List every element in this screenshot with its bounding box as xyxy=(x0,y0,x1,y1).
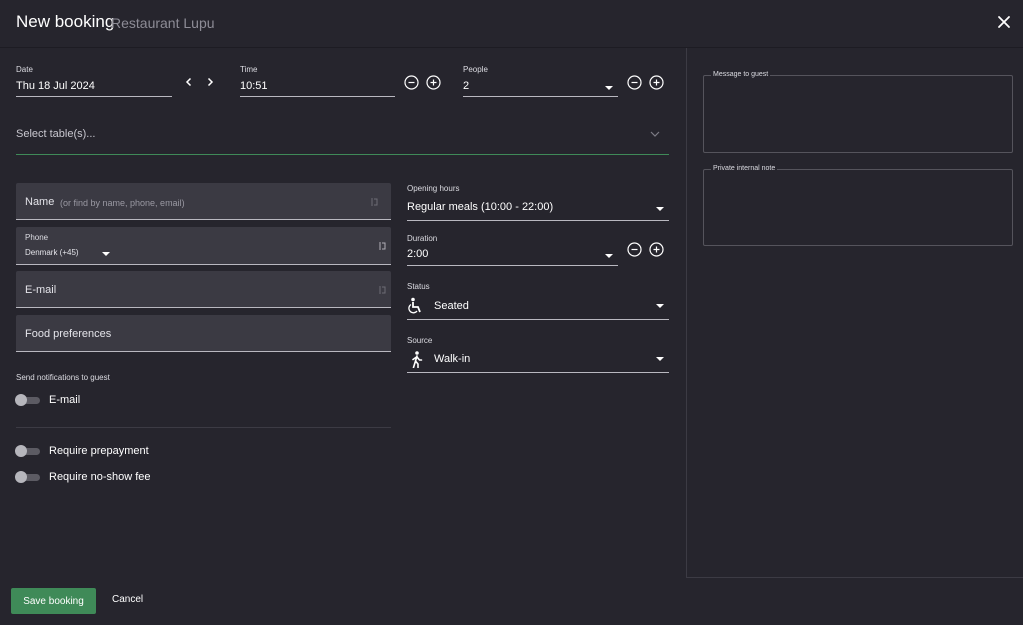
chevron-down-icon[interactable] xyxy=(656,207,664,211)
time-input[interactable]: 10:51 xyxy=(240,80,268,92)
cancel-button[interactable]: Cancel xyxy=(112,594,143,605)
plus-circle-icon[interactable] xyxy=(649,75,664,90)
save-booking-button[interactable]: Save booking xyxy=(11,588,96,614)
name-label: Name xyxy=(25,196,55,208)
plus-circle-icon[interactable] xyxy=(649,242,664,257)
opening-hours-select[interactable]: Regular meals (10:00 - 22:00) xyxy=(407,201,553,213)
chevron-left-icon[interactable] xyxy=(184,77,194,87)
phone-field[interactable] xyxy=(16,227,391,265)
email-label: E-mail xyxy=(25,284,57,296)
status-select[interactable]: Seated xyxy=(434,300,469,312)
source-label: Source xyxy=(407,336,433,345)
noshow-fee-label: Require no-show fee xyxy=(49,471,151,483)
table-select-underline xyxy=(16,154,669,155)
chevron-down-icon[interactable] xyxy=(605,254,613,258)
time-underline xyxy=(240,96,395,97)
people-select[interactable]: 2 xyxy=(463,80,469,92)
chevron-down-icon[interactable] xyxy=(605,86,613,90)
dialog-title: New booking xyxy=(16,12,115,31)
close-icon[interactable] xyxy=(996,14,1012,30)
date-label: Date xyxy=(16,65,33,74)
chevron-down-icon[interactable] xyxy=(656,304,664,308)
phone-label: Phone xyxy=(25,233,49,242)
contact-icon[interactable] xyxy=(379,241,387,251)
wheelchair-seated-icon xyxy=(408,297,424,314)
chevron-right-icon[interactable] xyxy=(205,77,215,87)
duration-label: Duration xyxy=(407,234,438,243)
phone-country-select[interactable]: Denmark (+45) xyxy=(25,248,79,257)
column-divider xyxy=(686,48,687,578)
private-note-label: Private internal note xyxy=(711,165,778,172)
contact-icon[interactable] xyxy=(379,285,387,295)
minus-circle-icon[interactable] xyxy=(627,75,642,90)
food-preferences-label: Food preferences xyxy=(25,328,112,340)
source-select[interactable]: Walk-in xyxy=(434,353,470,365)
name-hint: (or find by name, phone, email) xyxy=(60,198,185,208)
opening-hours-underline xyxy=(407,220,669,221)
date-value[interactable]: Thu 18 Jul 2024 xyxy=(16,80,95,92)
footer-divider xyxy=(686,577,1023,578)
message-to-guest-textarea[interactable] xyxy=(703,75,1013,153)
table-select[interactable]: Select table(s)... xyxy=(16,128,95,140)
minus-circle-icon[interactable] xyxy=(404,75,419,90)
chevron-down-icon[interactable] xyxy=(102,252,110,256)
status-label: Status xyxy=(407,282,430,291)
noshow-fee-toggle[interactable] xyxy=(15,471,41,483)
chevron-down-icon[interactable] xyxy=(656,357,664,361)
private-note-textarea[interactable] xyxy=(703,169,1013,246)
email-field[interactable] xyxy=(16,271,391,308)
prepayment-label: Require prepayment xyxy=(49,445,149,457)
duration-select[interactable]: 2:00 xyxy=(407,248,428,260)
restaurant-name: Restaurant Lupu xyxy=(111,15,215,31)
plus-circle-icon[interactable] xyxy=(426,75,441,90)
section-divider xyxy=(16,427,391,428)
people-underline xyxy=(463,96,618,97)
duration-underline xyxy=(407,265,618,266)
walking-person-icon xyxy=(410,351,423,368)
message-to-guest-label: Message to guest xyxy=(711,71,771,78)
email-notification-toggle[interactable] xyxy=(15,394,41,406)
date-underline xyxy=(16,96,172,97)
chevron-down-icon[interactable] xyxy=(650,130,660,138)
email-notification-label: E-mail xyxy=(49,394,81,406)
notifications-heading: Send notifications to guest xyxy=(16,373,110,382)
minus-circle-icon[interactable] xyxy=(627,242,642,257)
prepayment-toggle[interactable] xyxy=(15,445,41,457)
time-label: Time xyxy=(240,65,258,74)
people-label: People xyxy=(463,65,488,74)
source-underline xyxy=(407,372,669,373)
status-underline xyxy=(407,319,669,320)
opening-hours-label: Opening hours xyxy=(407,184,460,193)
contact-icon[interactable] xyxy=(371,197,379,207)
